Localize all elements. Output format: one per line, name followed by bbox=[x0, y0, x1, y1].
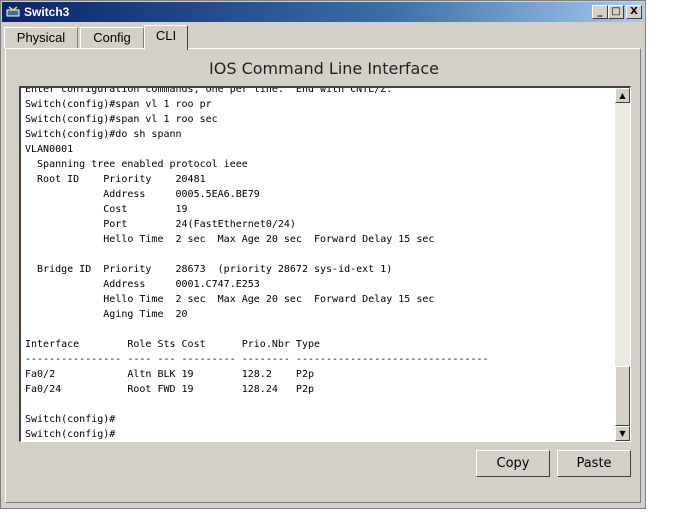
console-line: Bridge ID Priority 28673 (priority 28672… bbox=[25, 264, 393, 275]
minimize-button[interactable]: _ bbox=[592, 5, 608, 19]
console-line: Switch(config)#span vl 1 roo sec bbox=[25, 114, 218, 125]
console-line: Fa0/24 Root FWD 19 128.24 P2p bbox=[25, 384, 314, 395]
scroll-down-button[interactable]: ▼ bbox=[615, 426, 630, 441]
console-line: Switch(config)# bbox=[25, 414, 116, 425]
console-line: Interface Role Sts Cost Prio.Nbr Type bbox=[25, 339, 321, 350]
cli-window: Switch3 _ □ X Physical Config CLI IOS Co… bbox=[0, 0, 646, 509]
console-line: Hello Time 2 sec Max Age 20 sec Forward … bbox=[25, 234, 435, 245]
console-scrollbar[interactable]: ▲ ▼ bbox=[615, 88, 630, 441]
console-line: Root ID Priority 20481 bbox=[25, 174, 206, 185]
console-line: Fa0/2 Altn BLK 19 128.2 P2p bbox=[25, 369, 314, 380]
close-button[interactable]: X bbox=[626, 5, 642, 19]
title-bar[interactable]: Switch3 _ □ X bbox=[2, 2, 644, 22]
console-line: Switch(config)# bbox=[25, 429, 116, 440]
tab-physical[interactable]: Physical bbox=[4, 27, 78, 48]
maximize-button[interactable]: □ bbox=[608, 5, 624, 19]
console-line: Port 24(FastEthernet0/24) bbox=[25, 219, 296, 230]
panel-title: IOS Command Line Interface bbox=[209, 59, 439, 78]
cli-panel: IOS Command Line Interface Enter configu… bbox=[5, 48, 641, 503]
console-line: Enter configuration commands, one per li… bbox=[25, 86, 393, 95]
console-line: VLAN0001 bbox=[25, 144, 74, 155]
tab-cli[interactable]: CLI bbox=[144, 25, 188, 50]
console-line: Aging Time 20 bbox=[25, 309, 188, 320]
console-line: Cost 19 bbox=[25, 204, 188, 215]
window-title: Switch3 bbox=[24, 5, 70, 19]
tab-config[interactable]: Config bbox=[80, 27, 144, 48]
console-line: Switch(config)#span vl 1 roo pr bbox=[25, 99, 212, 110]
console-line: Spanning tree enabled protocol ieee bbox=[25, 159, 248, 170]
console-line: Hello Time 2 sec Max Age 20 sec Forward … bbox=[25, 294, 435, 305]
console-line: Address 0001.C747.E253 bbox=[25, 279, 260, 290]
switch-icon bbox=[6, 6, 20, 17]
copy-button[interactable]: Copy bbox=[476, 450, 550, 477]
console-line: ---------------- ---- --- --------- ----… bbox=[25, 354, 489, 365]
console-output[interactable]: Enter configuration commands, one per li… bbox=[19, 86, 631, 442]
scroll-thumb[interactable] bbox=[615, 366, 630, 426]
console-text[interactable]: Enter configuration commands, one per li… bbox=[25, 86, 610, 441]
console-line: Switch(config)#do sh spann bbox=[25, 129, 182, 140]
console-line: Address 0005.5EA6.BE79 bbox=[25, 189, 260, 200]
paste-button[interactable]: Paste bbox=[557, 450, 631, 477]
scroll-up-button[interactable]: ▲ bbox=[615, 88, 630, 103]
